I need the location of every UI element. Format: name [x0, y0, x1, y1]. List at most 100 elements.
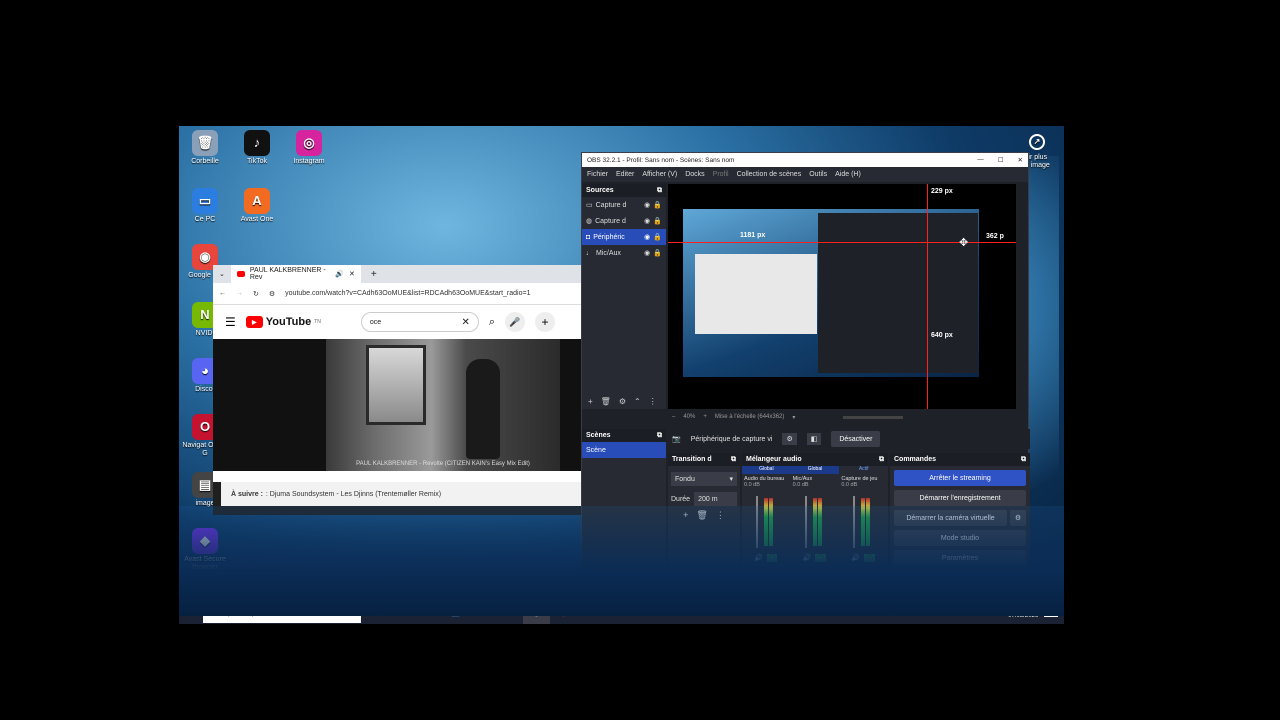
mail-icon[interactable]: ✉ — [469, 600, 496, 624]
move-up-icon[interactable]: ⌃ — [634, 397, 641, 406]
scale-label[interactable]: Mise à l'échelle (644x362) — [715, 414, 785, 420]
eye-icon[interactable]: ◉ — [644, 249, 650, 257]
add-transition-icon[interactable]: + — [683, 510, 688, 521]
network-icon[interactable]: ⌂ — [969, 609, 973, 616]
lock-icon[interactable]: 🔒 — [653, 233, 662, 241]
settings-button[interactable]: Paramètres — [894, 550, 1026, 566]
undock-icon[interactable]: ⧉ — [1021, 456, 1026, 464]
chrome-icon[interactable]: ◉ — [550, 600, 577, 624]
undock-icon[interactable]: ⧉ — [657, 432, 662, 440]
volume-slider[interactable] — [756, 496, 758, 548]
volume-slider[interactable] — [853, 496, 856, 548]
virtual-camera-settings-icon[interactable]: ⚙ — [1010, 510, 1026, 526]
volume-icon[interactable]: 🔊 — [851, 554, 860, 562]
new-tab-button[interactable]: + — [371, 269, 377, 280]
source-settings-icon[interactable]: ⚙ — [782, 433, 797, 445]
taskbar-search[interactable]: ⌕ Taper ici pour rechercher — [203, 601, 361, 623]
desktop-icon[interactable]: ▭ Ce PC — [179, 188, 231, 224]
scene-item[interactable]: Scène — [582, 442, 666, 458]
undock-icon[interactable]: ⧉ — [879, 456, 884, 464]
create-button[interactable]: + — [535, 312, 556, 332]
undock-icon[interactable]: ⧉ — [657, 187, 662, 195]
options-button[interactable]: Options ▾ — [851, 587, 883, 595]
youtube-logo[interactable]: ▶ YouTube TN — [245, 316, 321, 328]
remove-scene-icon[interactable]: 🗑 — [601, 587, 611, 596]
forward-icon[interactable]: → — [236, 290, 243, 297]
desktop-icon[interactable]: ◆ Avast Secure Browser — [179, 528, 231, 572]
lock-icon[interactable]: 🔒 — [653, 249, 662, 257]
volume-slider[interactable] — [804, 496, 807, 548]
speaker-icon[interactable]: 🔊 — [335, 270, 344, 278]
reload-icon[interactable]: ↻ — [253, 290, 259, 298]
headphones-icon[interactable]: 🎧 — [815, 554, 827, 562]
minimize-icon[interactable]: — — [977, 156, 984, 164]
windows-start-icon[interactable]: ⊞ — [179, 600, 203, 624]
source-item[interactable]: ◍ Capture d ◉ 🔒 — [582, 213, 666, 229]
obs-taskbar-icon[interactable]: ◉ — [523, 600, 550, 624]
menu-item[interactable]: Fichier — [587, 171, 608, 178]
volume-icon[interactable]: 🔊 — [979, 608, 988, 616]
mixer-layout-icon[interactable]: ⊟ — [798, 587, 804, 595]
back-icon[interactable]: ← — [219, 290, 226, 297]
source-item[interactable]: ▭ Capture d ◉ 🔒 — [582, 197, 666, 213]
maximize-icon[interactable]: ☐ — [998, 156, 1004, 164]
transition-select[interactable]: Fondu ▾ — [671, 472, 737, 486]
menu-item[interactable]: Profil — [713, 171, 729, 178]
menu-icon[interactable]: ☰ — [225, 315, 236, 329]
edge-icon[interactable]: ◐ — [388, 600, 415, 624]
tray-chevron-icon[interactable]: ⌃ — [957, 608, 963, 616]
mic-icon[interactable]: 🎤 — [993, 608, 1002, 616]
weather-temp[interactable]: 31°C — [890, 609, 906, 616]
task-view-icon[interactable]: ⧉ — [361, 600, 388, 624]
remove-transition-icon[interactable]: 🗑 — [696, 510, 707, 521]
menu-item[interactable]: Aide (H) — [835, 171, 861, 178]
undock-icon[interactable]: ⧉ — [731, 456, 736, 464]
volume-icon[interactable]: 🔊 — [754, 554, 763, 562]
eye-icon[interactable]: ◉ — [644, 233, 650, 241]
menu-item[interactable]: Docks — [685, 171, 704, 178]
menu-item[interactable]: Afficher (V) — [642, 171, 677, 178]
zoom-in-icon[interactable]: + — [703, 414, 707, 420]
headphones-icon[interactable]: 🎧 — [864, 554, 875, 562]
zoom-out-icon[interactable]: – — [672, 414, 675, 420]
menu-item[interactable]: Editer — [616, 171, 634, 178]
scale-dropdown-icon[interactable]: ▾ — [792, 414, 795, 421]
weather-text[interactable]: مشمس جزئيا — [911, 608, 950, 616]
desktop-icon[interactable]: ◎ Instagram — [283, 130, 335, 166]
file-explorer-icon[interactable]: ▬ — [415, 600, 442, 624]
url-field[interactable]: youtube.com/watch?v=CAdh63OoMUE&list=RDC… — [285, 290, 587, 297]
up-next-bar[interactable]: À suivre : : Djuma Soundsystem - Les Dji… — [221, 482, 585, 506]
studio-mode-button[interactable]: Mode studio — [894, 530, 1026, 546]
eye-icon[interactable]: ◉ — [644, 201, 650, 209]
add-source-icon[interactable]: + — [588, 397, 593, 406]
volume-icon[interactable]: 🔊 — [803, 554, 812, 562]
site-info-icon[interactable]: ⚙ — [269, 290, 275, 298]
video-frame[interactable]: PAUL KALKBRENNER - Revolte (CITIZEN KAIN… — [326, 339, 560, 471]
deactivate-button[interactable]: Désactiver — [831, 431, 881, 447]
browser-tab[interactable]: PAUL KALKBRENNER - Rev 🔊 ✕ — [230, 265, 361, 283]
obs-preview[interactable]: 229 px 1181 px 362 p 640 px ✥ — [668, 184, 1016, 409]
lock-icon[interactable]: 🔒 — [653, 217, 662, 225]
desktop-icon[interactable]: A Avast One — [231, 188, 283, 224]
scene-filters-icon[interactable]: ◧ — [619, 587, 627, 596]
more-icon[interactable]: ⋮ — [649, 587, 657, 596]
mixer-advanced-icon[interactable]: ⚙ — [824, 587, 830, 595]
source-item[interactable]: ♩ Mic/Aux ◉ 🔒 — [582, 245, 666, 261]
desktop-icon[interactable]: ♪ TikTok — [231, 130, 283, 166]
source-item[interactable]: ◘ Périphéric ◉ 🔒 — [582, 229, 666, 245]
remove-source-icon[interactable]: 🗑 — [601, 397, 611, 406]
clear-search-icon[interactable]: ✕ — [461, 317, 469, 328]
close-tab-icon[interactable]: ✕ — [349, 270, 355, 278]
video-player[interactable]: PAUL KALKBRENNER - Revolte (CITIZEN KAIN… — [213, 339, 593, 471]
clock[interactable]: 22:20 07/08/2026 — [1008, 604, 1038, 620]
menu-item[interactable]: Outils — [809, 171, 827, 178]
eye-icon[interactable]: ◉ — [644, 217, 650, 225]
start-virtual-camera-button[interactable]: Démarrer la caméra virtuelle — [894, 510, 1007, 526]
notifications-icon[interactable]: 10 — [1044, 607, 1058, 617]
more-icon[interactable]: ⋮ — [716, 510, 725, 521]
add-scene-icon[interactable]: + — [588, 587, 593, 596]
duration-input[interactable]: 200 m — [694, 492, 737, 506]
filters-icon[interactable]: ◧ — [806, 433, 822, 445]
close-icon[interactable]: ✕ — [1018, 156, 1023, 164]
start-recording-button[interactable]: Démarrer l'enregistrement — [894, 490, 1026, 506]
